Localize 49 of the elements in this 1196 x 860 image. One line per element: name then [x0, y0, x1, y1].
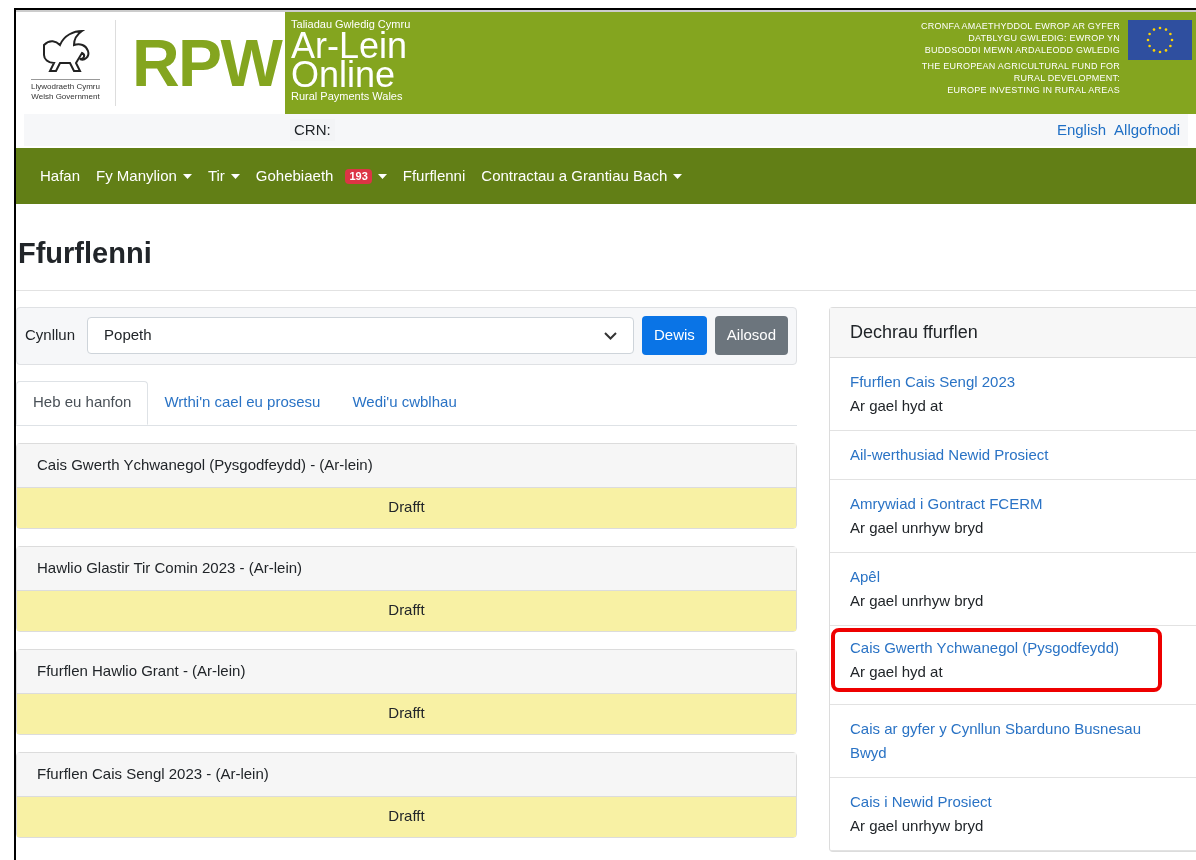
eu-flag-icon	[1128, 20, 1192, 60]
status-text: Drafft	[17, 693, 796, 734]
nav-item[interactable]: Fy Manylion	[96, 164, 192, 188]
brand-logo: RPW	[132, 30, 282, 96]
nav-item[interactable]: Gohebiaeth 193	[255, 164, 387, 188]
form-link[interactable]: Cais Gwerth Ychwanegol (Pysgodfeydd)	[850, 635, 1138, 660]
form-link[interactable]: Ail-werthusiad Newid Prosiect	[850, 442, 1176, 467]
nav-item[interactable]: Ffurflenni	[402, 164, 466, 188]
eu-fund-text: CRONFA AMAETHYDDOL EWROP AR GYFER DATBLYGU GWLEDIG: EWROP YN BUDDSODDI MEWN ARDALEODD GWLEDIG	[921, 20, 1120, 56]
nav-item[interactable]: Contractau a Grantiau Bach	[481, 164, 683, 188]
logo-text: Welsh Government	[31, 91, 100, 102]
tab[interactable]: Wedi'u cwblhau	[336, 380, 473, 425]
field-label: Cynllun	[25, 325, 76, 346]
count-badge: 193	[345, 168, 372, 184]
availability-text: Ar gael unrhyw bryd	[850, 517, 985, 538]
tagline: Taliadau Gwledig Cymru	[291, 18, 411, 31]
card-title: Ffurflen Hawlio Grant - (Ar-lein)	[17, 649, 796, 694]
reset-button[interactable]: Ailosod	[714, 316, 788, 355]
tab[interactable]: Heb eu hanfon	[16, 380, 149, 425]
availability-text: Ar gael hyd at	[850, 661, 944, 682]
card-title: Ffurflen Cais Sengl 2023 - (Ar-lein)	[17, 752, 796, 797]
form-link[interactable]: Amrywiad i Gontract FCERM	[850, 491, 1176, 516]
form-link[interactable]: Ffurflen Cais Sengl 2023	[850, 369, 1176, 394]
logo-text: Llywodraeth Cymru	[31, 78, 100, 92]
scheme-select[interactable]: Popeth	[87, 317, 634, 354]
form-link[interactable]: Cais ar gyfer y Cynllun Sbarduno Busnesau Bwyd	[850, 716, 1176, 765]
status-text: Drafft	[17, 796, 796, 837]
select-button[interactable]: Dewis	[641, 316, 707, 355]
card-title: Cais Gwerth Ychwanegol (Pysgodfeydd) - (Ar-lein)	[17, 443, 796, 488]
status-text: Drafft	[17, 487, 796, 528]
availability-text: Ar gael unrhyw bryd	[850, 590, 985, 611]
product-title: Ar-Lein	[291, 31, 408, 60]
form-link[interactable]: Cais i Newid Prosiect	[850, 789, 1176, 814]
availability-text: Ar gael unrhyw bryd	[850, 815, 985, 836]
subtitle: Rural Payments Wales	[291, 89, 404, 104]
status-text: Drafft	[17, 590, 796, 631]
availability-text: Ar gael hyd at	[850, 395, 944, 416]
tab[interactable]: Wrthi'n cael eu prosesu	[148, 380, 337, 425]
eu-fund-text: THE EUROPEAN AGRICULTURAL FUND FOR RURAL DEVELOPMENT: EUROPE INVESTING IN RURAL AREAS	[921, 60, 1120, 96]
card-title: Hawlio Glastir Tir Comin 2023 - (Ar-lein)	[17, 546, 796, 591]
header-link[interactable]: Allgofnodi	[1114, 118, 1180, 142]
form-link[interactable]: Apêl	[850, 564, 1176, 589]
nav-item[interactable]: Hafan	[40, 164, 81, 188]
chevron-down-icon	[603, 331, 617, 340]
panel-title: Dechrau ffurflen	[830, 307, 1196, 358]
header-link[interactable]: English	[1056, 118, 1107, 142]
nav-item[interactable]: Tir	[207, 164, 240, 188]
product-title: Online	[291, 59, 396, 90]
page-title: Ffurflenni	[18, 236, 153, 271]
